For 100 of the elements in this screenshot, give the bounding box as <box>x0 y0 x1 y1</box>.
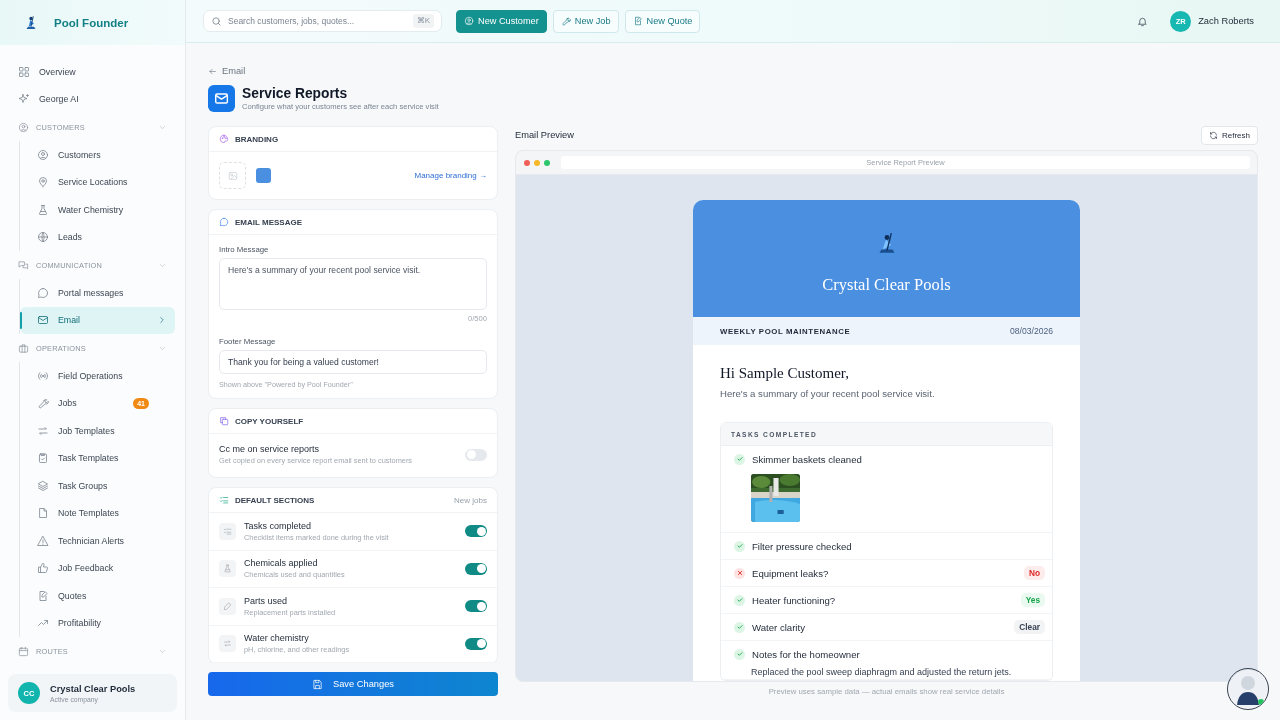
task-label: Notes for the homeowner <box>752 648 861 660</box>
warning-icon <box>37 534 49 547</box>
card-title: EMAIL MESSAGE <box>235 217 302 227</box>
user-icon <box>37 148 49 161</box>
nav-item[interactable]: Service Locations <box>20 168 175 196</box>
task-label: Filter pressure checked <box>752 540 853 552</box>
nav-item[interactable]: Email <box>20 306 175 334</box>
action-button[interactable]: New Quote <box>624 9 701 33</box>
nav-item[interactable]: Quotes <box>20 582 175 610</box>
mail-icon <box>208 84 235 112</box>
task-label: Skimmer baskets cleaned <box>752 453 863 465</box>
layers-icon <box>37 479 49 492</box>
window-controls-icon <box>523 158 551 167</box>
thumbs-up-icon <box>37 562 49 575</box>
nav-item[interactable]: Technician Alerts <box>20 527 175 555</box>
setting-label: Parts used <box>244 595 289 606</box>
palette-icon <box>219 134 229 144</box>
chevron-icon <box>157 315 167 326</box>
toggle-switch[interactable] <box>465 525 487 538</box>
task-label: Heater functioning? <box>752 594 837 606</box>
user-name: Zach Roberts <box>1198 16 1254 26</box>
notification-icon[interactable] <box>1137 15 1149 27</box>
nav-item[interactable]: Job Templates <box>20 417 175 445</box>
toggle-switch[interactable] <box>465 562 487 575</box>
action-button[interactable]: New Customer <box>456 9 547 33</box>
user-icon <box>464 16 474 26</box>
app-name: Pool Founder <box>54 16 129 29</box>
card-title: DEFAULT SECTIONS <box>235 495 315 505</box>
intro-message-field[interactable]: Here's a summary of your recent pool service visit. <box>219 258 487 310</box>
flask-icon <box>219 560 236 578</box>
greeting: Hi Sample Customer, <box>720 365 850 382</box>
document-icon <box>37 507 49 520</box>
briefcase-icon <box>18 342 29 354</box>
chat-icon <box>18 259 29 271</box>
search-icon <box>211 15 222 27</box>
setting-label: Chemicals applied <box>244 558 319 569</box>
save-icon <box>312 678 323 690</box>
page-title: Service Reports <box>242 85 349 101</box>
chat-icon <box>219 217 229 227</box>
note-text: Replaced the pool sweep diaphragm and adjusted the return jets. <box>750 666 1013 679</box>
setting-label: Cc me on service reports <box>219 444 321 454</box>
checklist-icon <box>219 495 229 505</box>
copy-icon <box>219 416 229 426</box>
nav-item[interactable]: Note Templates <box>20 499 175 527</box>
card-title: COPY YOURSELF <box>235 416 304 426</box>
nav-item[interactable]: George AI <box>10 85 175 113</box>
company-name: Crystal Clear Pools <box>822 275 951 295</box>
company-name: Crystal Clear Pools <box>50 683 136 694</box>
shortcut-hint: ⌘K <box>412 14 434 28</box>
nav-item[interactable]: Field Operations <box>20 362 175 390</box>
result-badge: Clear <box>1014 620 1045 634</box>
mail-icon <box>37 314 49 327</box>
nav-item[interactable]: Job Feedback <box>20 554 175 582</box>
setting-label: Tasks completed <box>244 520 313 531</box>
grid-icon <box>18 65 30 78</box>
chat-icon <box>37 286 49 299</box>
clipboard-icon <box>37 452 49 465</box>
manage-branding-link[interactable]: Manage branding → <box>414 171 487 180</box>
calendar-icon <box>18 645 29 657</box>
color-swatch[interactable] <box>256 168 271 183</box>
nav-item[interactable]: Overview <box>10 58 175 86</box>
document-icon <box>632 16 643 26</box>
card-note: New jobs <box>454 495 487 505</box>
footer-message-field[interactable]: Thank you for being a valued customer! <box>219 350 487 374</box>
nav-item[interactable]: Leads <box>20 223 175 251</box>
task-label: Equipment leaks? <box>752 567 830 579</box>
nav-item[interactable]: Task Groups <box>20 472 175 500</box>
pin-icon <box>37 176 49 189</box>
toggle-switch[interactable] <box>465 600 487 613</box>
back-link[interactable]: Email <box>208 65 1258 77</box>
nav-item[interactable]: Profitability <box>20 609 175 637</box>
toggle-switch[interactable] <box>465 637 487 650</box>
nav-item[interactable]: Task Templates <box>20 444 175 472</box>
save-button[interactable]: Save Changes <box>208 672 498 696</box>
nav-item[interactable]: Customers <box>20 141 175 169</box>
back-arrow-icon <box>208 66 217 76</box>
toggle-switch[interactable] <box>465 448 487 461</box>
nav-item[interactable]: Water Chemistry <box>20 196 175 224</box>
result-badge: Yes <box>1020 593 1045 607</box>
globe-icon <box>37 231 49 244</box>
checklist-icon <box>219 522 236 540</box>
user-icon <box>18 121 29 133</box>
refresh-button[interactable]: Refresh <box>1201 125 1258 145</box>
preview-title: Email Preview <box>515 130 574 140</box>
nav-item[interactable]: Portal messages <box>20 279 175 307</box>
task-label: Water clarity <box>752 621 806 633</box>
assistant-button[interactable] <box>1227 668 1269 710</box>
sparkle-icon <box>18 93 30 106</box>
result-badge: No <box>1023 566 1045 580</box>
setting-label: Water chemistry <box>244 633 310 644</box>
signal-icon <box>37 369 49 382</box>
refresh-icon <box>1209 130 1218 140</box>
swap-icon <box>37 424 49 437</box>
document-icon <box>37 589 49 602</box>
service-date: 08/03/2026 <box>1010 326 1053 336</box>
card-title: BRANDING <box>235 134 279 144</box>
flask-icon <box>37 203 49 216</box>
intro-text: Here's a summary of your recent pool service visit. <box>720 388 936 399</box>
action-button[interactable]: New Job <box>552 9 619 33</box>
image-icon <box>227 170 238 181</box>
